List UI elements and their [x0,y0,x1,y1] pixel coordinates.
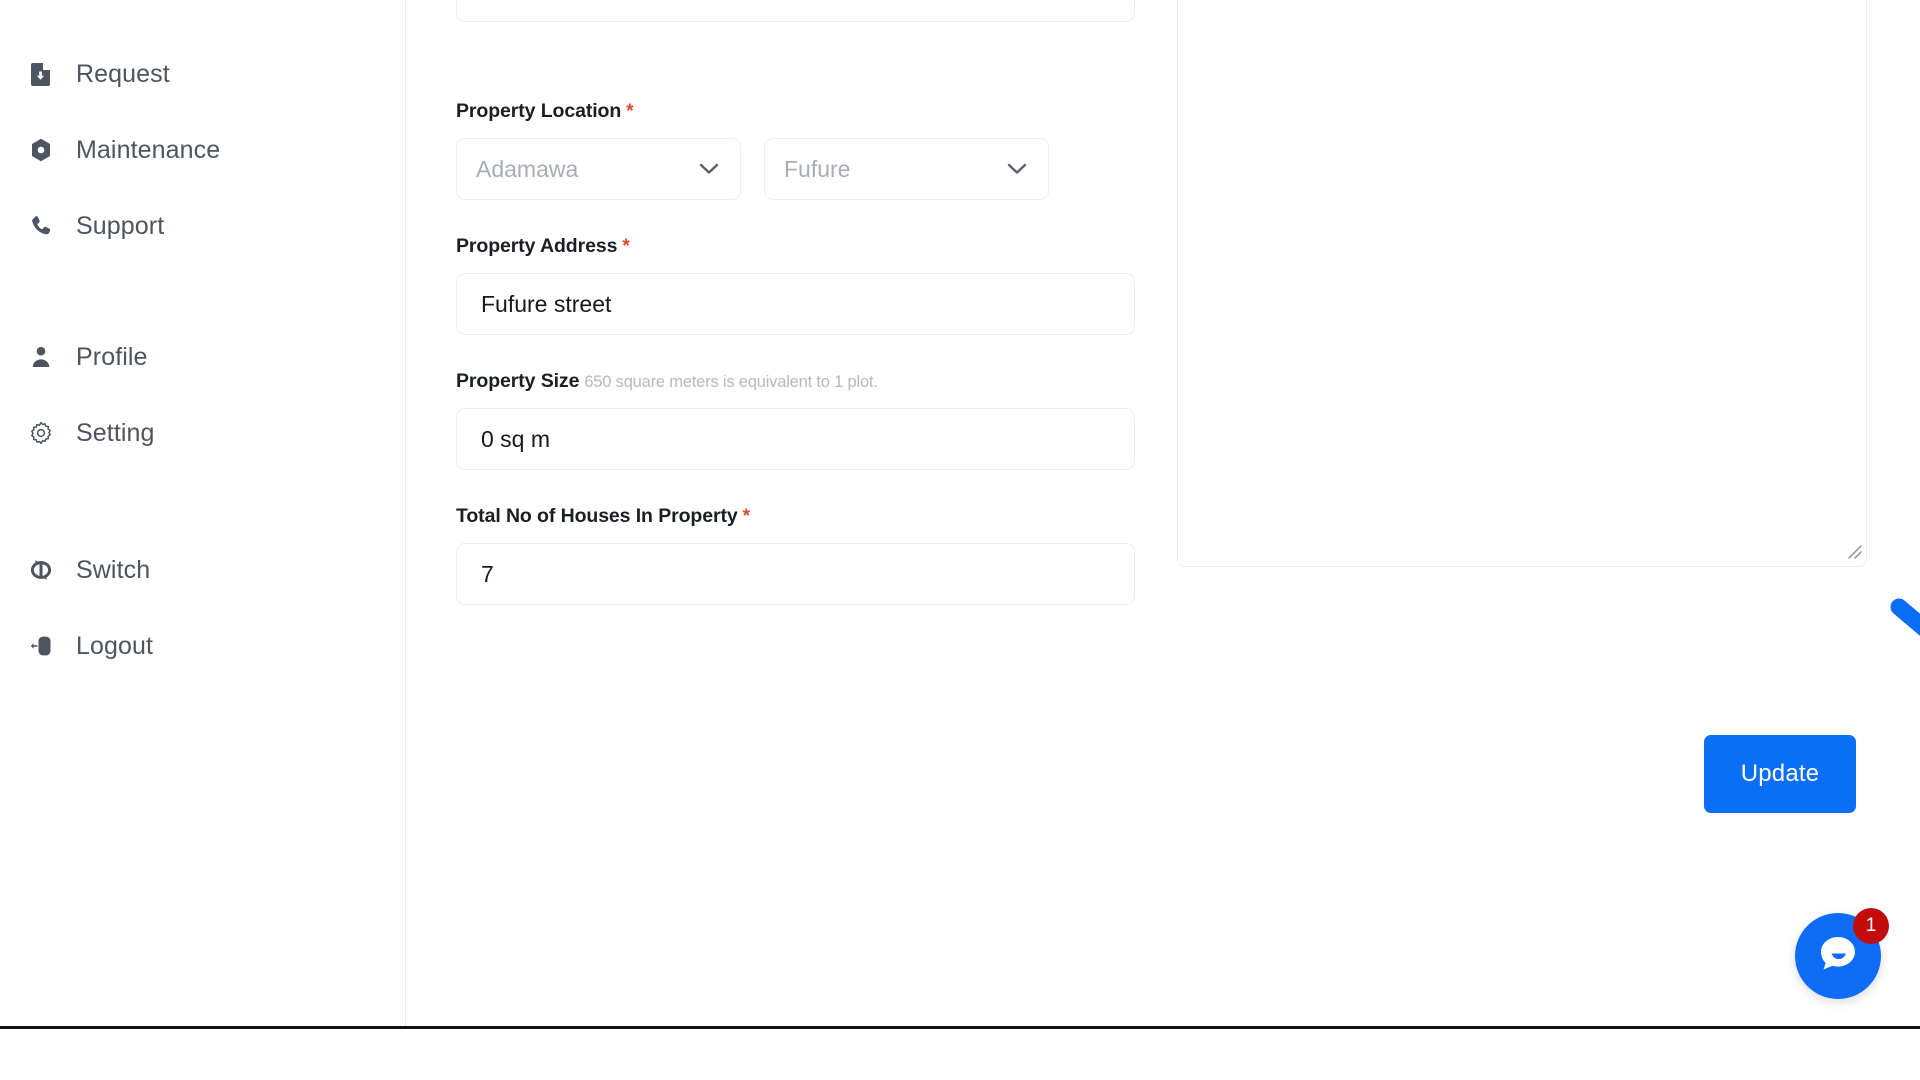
property-size-label: Property Size 650 square meters is equiv… [456,370,1135,393]
annotation-arrow-icon [1887,595,1920,785]
sidebar-item-label: Switch [76,555,151,584]
property-address-label: Property Address * [456,235,1135,258]
sidebar-item-request[interactable]: Request [28,54,170,94]
chat-bubble-icon [1815,931,1861,982]
state-select[interactable]: Adamawa [456,138,741,200]
property-address-input[interactable]: Fufure street [456,273,1135,335]
gear-icon [28,420,54,446]
switch-icon [28,557,54,583]
total-houses-group: Total No of Houses In Property * 7 [456,505,1135,605]
property-address-value: Fufure street [481,290,612,317]
sidebar-item-label: Request [76,59,170,88]
sidebar-item-label: Setting [76,418,155,447]
chevron-down-icon [1006,158,1028,180]
sidebar: Request Maintenance Support Profile Sett… [0,0,406,1026]
page-bottom-divider [0,1026,1920,1029]
sidebar-item-label: Profile [76,342,148,371]
required-asterisk: * [626,101,634,122]
sidebar-item-label: Logout [76,631,154,660]
sidebar-item-profile[interactable]: Profile [28,337,148,377]
sidebar-item-label: Support [76,211,165,240]
sidebar-item-logout[interactable]: Logout [28,626,153,666]
total-houses-value: 7 [481,560,494,587]
sidebar-item-maintenance[interactable]: Maintenance [28,130,220,170]
property-size-input[interactable]: 0 sq m [456,408,1135,470]
sidebar-item-label: Maintenance [76,135,221,164]
area-select-value: Fufure [784,155,851,182]
hexagon-dot-icon [28,137,54,163]
app-root: Request Maintenance Support Profile Sett… [0,0,1920,1080]
sidebar-item-setting[interactable]: Setting [28,413,155,453]
total-houses-label: Total No of Houses In Property * [456,505,1135,528]
required-asterisk: * [742,506,750,527]
label-text: Total No of Houses In Property [456,505,738,527]
update-button[interactable]: Update [1704,735,1856,813]
chat-unread-badge: 1 [1853,908,1889,944]
state-select-value: Adamawa [476,155,579,182]
sidebar-item-support[interactable]: Support [28,206,164,246]
location-selects-row: Adamawa Fufure [456,138,1049,200]
property-size-value: 0 sq m [481,425,551,452]
property-location-label: Property Location * [456,100,1049,123]
phone-icon [28,213,54,239]
label-text: Property Location [456,100,622,122]
total-houses-input[interactable]: 7 [456,543,1135,605]
required-asterisk: * [622,236,630,257]
scrolled-off-input [456,0,1135,22]
user-icon [28,344,54,370]
chevron-down-icon [698,158,720,180]
sidebar-item-switch[interactable]: Switch [28,550,150,590]
notes-textarea[interactable] [1177,0,1867,567]
file-download-icon [28,61,54,87]
area-select[interactable]: Fufure [764,138,1049,200]
label-text: Property Size [456,370,580,392]
property-size-group: Property Size 650 square meters is equiv… [456,370,1135,470]
property-size-hint: 650 square meters is equivalent to 1 plo… [584,373,878,391]
property-location-group: Property Location * Adamawa Fufure [456,100,1049,200]
property-address-group: Property Address * Fufure street [456,235,1135,335]
main-content: Property Location * Adamawa Fufure Prope… [407,0,1920,1026]
logout-icon [28,633,54,659]
label-text: Property Address [456,235,618,257]
